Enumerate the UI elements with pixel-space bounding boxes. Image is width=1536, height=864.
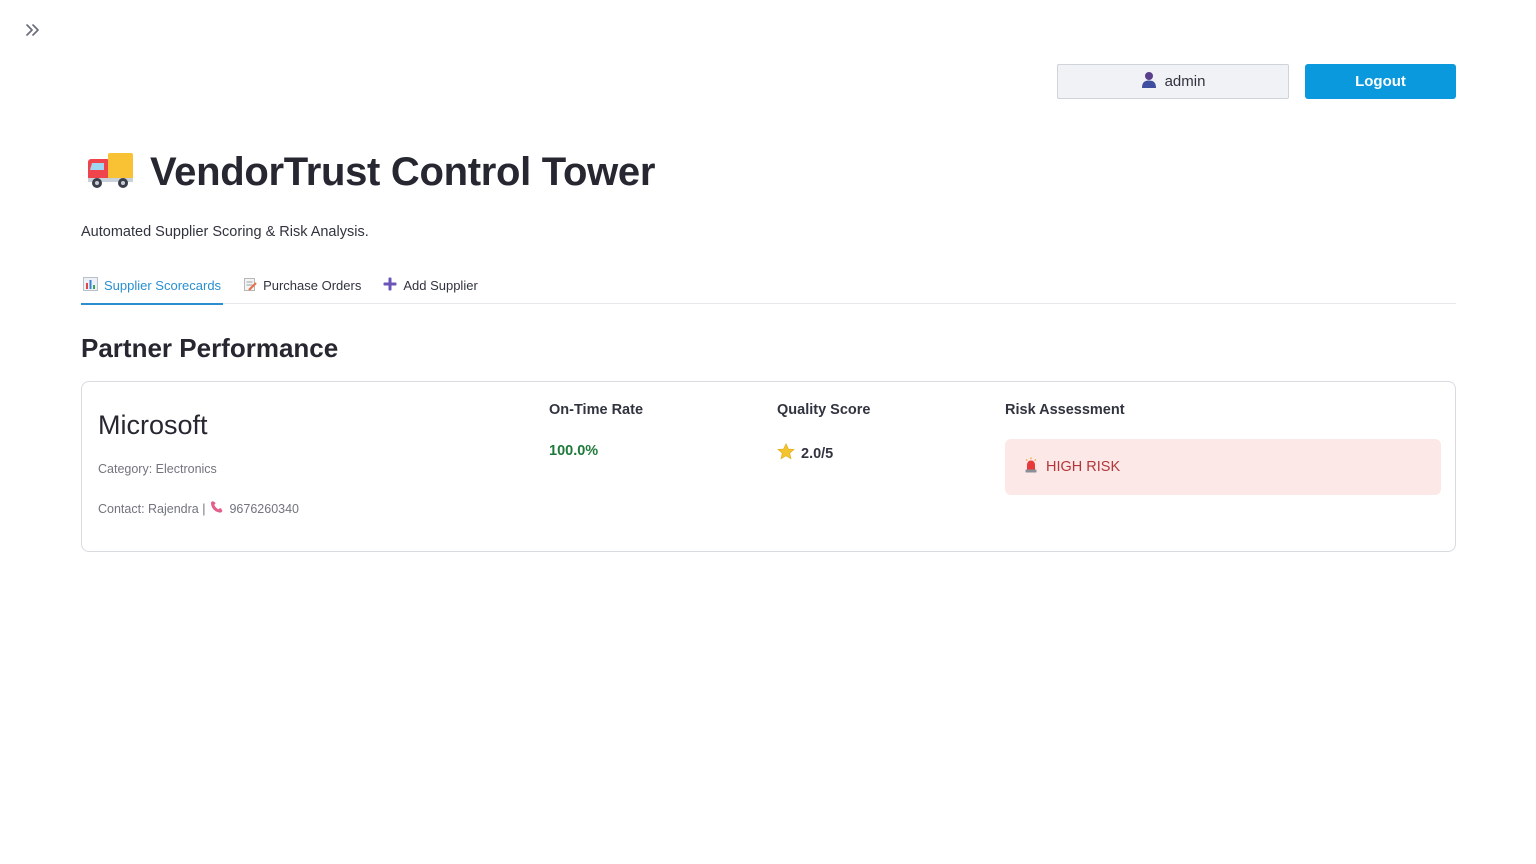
phone-icon xyxy=(209,500,225,518)
on-time-label: On-Time Rate xyxy=(549,402,644,418)
supplier-contact: Contact: Rajendra | 9676260340 xyxy=(98,500,299,518)
risk-label: Risk Assessment xyxy=(1005,402,1125,418)
supplier-name: Microsoft xyxy=(98,410,208,440)
sidebar-expand-icon[interactable] xyxy=(22,20,44,40)
tab-bar: Supplier Scorecards Purchase Orders Add … xyxy=(81,266,1456,305)
user-icon xyxy=(1141,71,1157,92)
contact-phone: 9676260340 xyxy=(229,502,300,516)
plus-icon xyxy=(383,277,397,294)
on-time-value: 100.0% xyxy=(549,443,599,459)
siren-icon xyxy=(1024,457,1038,477)
tab-label: Add Supplier xyxy=(403,277,478,293)
page-subtitle: Automated Supplier Scoring & Risk Analys… xyxy=(81,224,369,240)
tab-label: Purchase Orders xyxy=(263,277,362,293)
quality-label: Quality Score xyxy=(777,402,871,418)
section-title: Partner Performance xyxy=(81,333,339,363)
risk-value: HIGH RISK xyxy=(1046,459,1121,475)
tab-purchase-orders[interactable]: Purchase Orders xyxy=(241,266,363,304)
memo-icon xyxy=(243,277,257,294)
quality-value: 2.0/5 xyxy=(777,443,833,464)
bar-chart-icon xyxy=(83,276,98,294)
page-header: VendorTrust Control Tower xyxy=(86,150,655,195)
user-badge: admin xyxy=(1057,64,1289,99)
logout-button[interactable]: Logout xyxy=(1305,64,1456,99)
supplier-card: Microsoft Category: Electronics Contact:… xyxy=(81,381,1456,552)
user-name: admin xyxy=(1164,73,1206,90)
page-title: VendorTrust Control Tower xyxy=(150,150,656,194)
tab-supplier-scorecards[interactable]: Supplier Scorecards xyxy=(81,266,224,305)
contact-name: Contact: Rajendra | xyxy=(98,502,206,516)
quality-score: 2.0/5 xyxy=(801,445,834,462)
tab-label: Supplier Scorecards xyxy=(104,277,222,293)
star-icon xyxy=(777,443,795,464)
supplier-category: Category: Electronics xyxy=(98,462,217,476)
app-page: admin Logout VendorTrust Control Tower A… xyxy=(0,0,1536,864)
tab-add-supplier[interactable]: Add Supplier xyxy=(381,266,479,304)
truck-icon xyxy=(86,150,134,195)
risk-status-badge: HIGH RISK xyxy=(1005,439,1441,495)
